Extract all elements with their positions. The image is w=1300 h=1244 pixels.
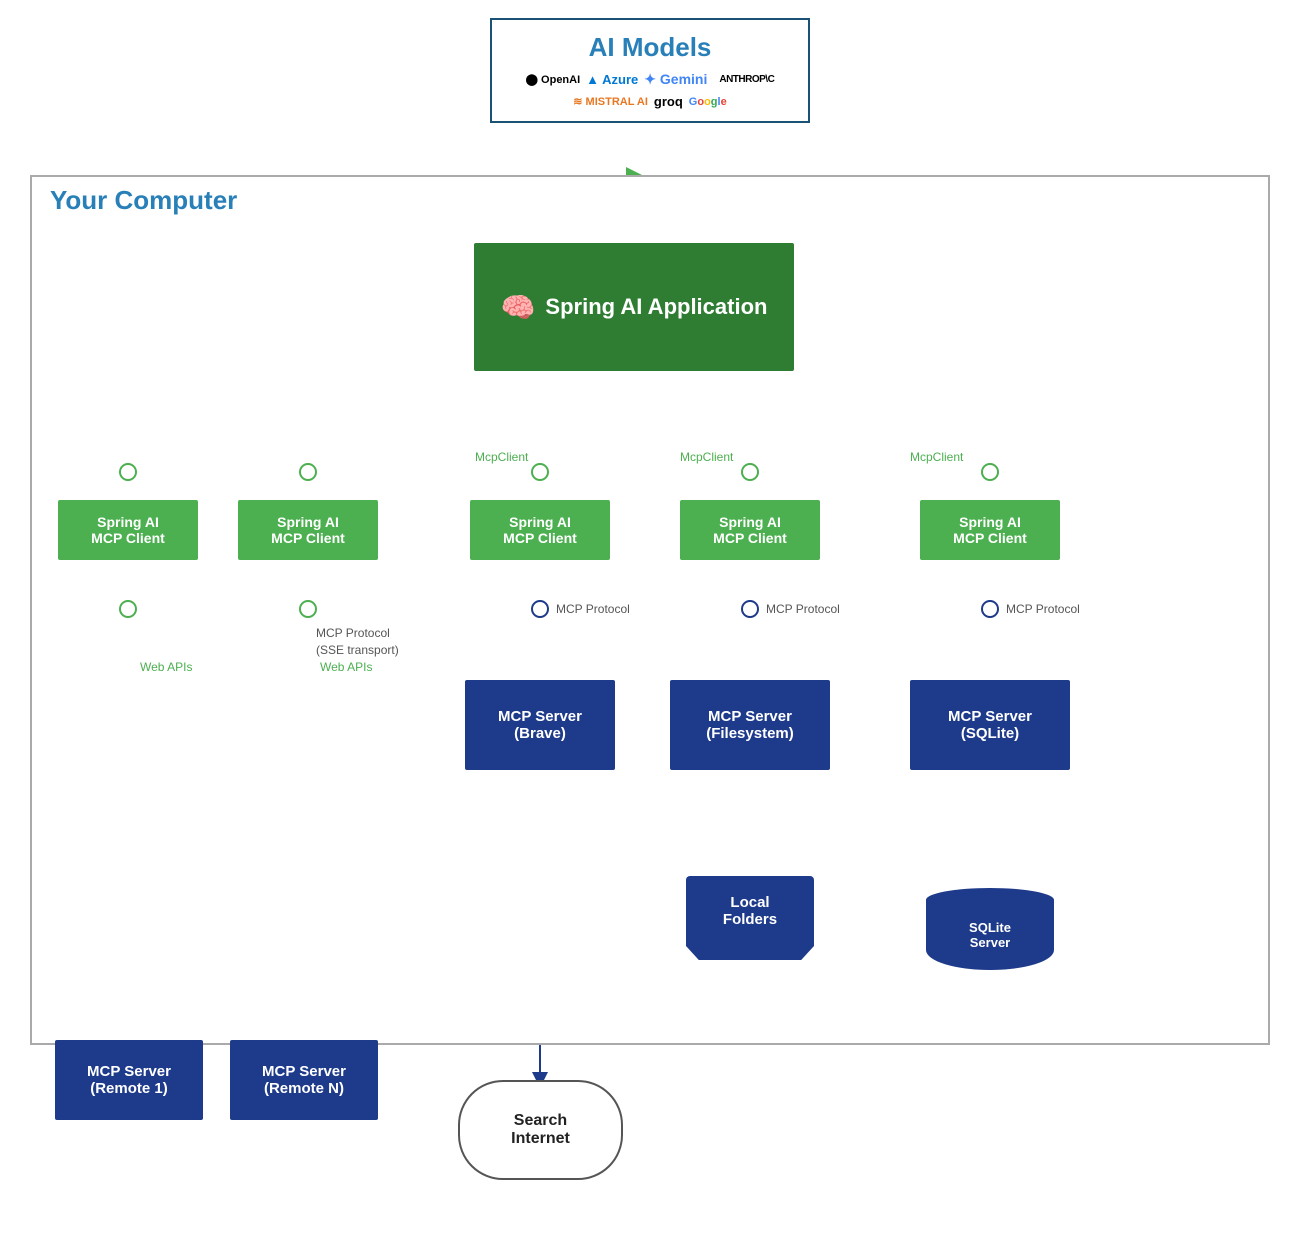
spring-ai-app-label: Spring AI Application — [545, 294, 767, 320]
connector-client1-bot — [119, 600, 137, 618]
mcp-protocol-label-3: MCP Protocol — [556, 602, 630, 616]
mcp-protocol-label-5: MCP Protocol — [1006, 602, 1080, 616]
anthropic-logo: ANTHROP\C — [719, 74, 774, 85]
connector-client5-top — [981, 463, 999, 481]
mcp-server-remoteN: MCP Server(Remote N) — [230, 1040, 378, 1120]
local-folders: LocalFolders — [686, 876, 814, 946]
sqlite-server: SQLiteServer — [926, 900, 1054, 970]
openai-logo: ⬤ OpenAI — [526, 73, 580, 86]
search-internet: SearchInternet — [458, 1080, 623, 1180]
mcp-server-brave: MCP Server(Brave) — [465, 680, 615, 770]
mistral-logo: ≋ MISTRAL AI — [573, 95, 648, 108]
mcpclient-label-5: McpClient — [910, 450, 963, 464]
mcp-client-2: Spring AIMCP Client — [238, 500, 378, 560]
mcp-client-5: Spring AIMCP Client — [920, 500, 1060, 560]
gemini-logo: ✦ Gemini — [644, 71, 707, 88]
your-computer-label: Your Computer — [50, 185, 237, 216]
connector-client2-bot — [299, 600, 317, 618]
mcp-client-1: Spring AIMCP Client — [58, 500, 198, 560]
mcp-client-3: Spring AIMCP Client — [470, 500, 610, 560]
mcp-server-filesystem: MCP Server(Filesystem) — [670, 680, 830, 770]
connector-client2-top — [299, 463, 317, 481]
mcp-server-remote1: MCP Server(Remote 1) — [55, 1040, 203, 1120]
web-apis-label-1: Web APIs — [140, 660, 192, 674]
connector-client3-bot — [531, 600, 549, 618]
web-apis-label-2: Web APIs — [320, 660, 372, 674]
connector-client5-bot — [981, 600, 999, 618]
mcp-client-4: Spring AIMCP Client — [680, 500, 820, 560]
ai-models-box: AI Models ⬤ OpenAI ▲ Azure ✦ Gemini ANTH… — [490, 18, 810, 123]
mcpclient-label-3: McpClient — [475, 450, 528, 464]
azure-logo: ▲ Azure — [586, 72, 638, 87]
connector-client1-top — [119, 463, 137, 481]
spring-ai-app-box: 🧠 Spring AI Application — [474, 243, 794, 371]
mcpclient-label-4: McpClient — [680, 450, 733, 464]
connector-client4-top — [741, 463, 759, 481]
ai-models-logos: ⬤ OpenAI ▲ Azure ✦ Gemini ANTHROP\C ≋ MI… — [508, 71, 792, 109]
mcp-protocol-sse-label: MCP Protocol(SSE transport) — [316, 625, 446, 659]
mcp-server-sqlite: MCP Server(SQLite) — [910, 680, 1070, 770]
google-logo: Google — [689, 96, 727, 108]
connector-client3-top — [531, 463, 549, 481]
diagram-container: AI Models ⬤ OpenAI ▲ Azure ✦ Gemini ANTH… — [0, 0, 1300, 1244]
ai-models-title: AI Models — [508, 32, 792, 63]
mcp-protocol-label-4: MCP Protocol — [766, 602, 840, 616]
groq-logo: groq — [654, 94, 683, 109]
spring-ai-icon: 🧠 — [501, 291, 536, 324]
connector-client4-bot — [741, 600, 759, 618]
